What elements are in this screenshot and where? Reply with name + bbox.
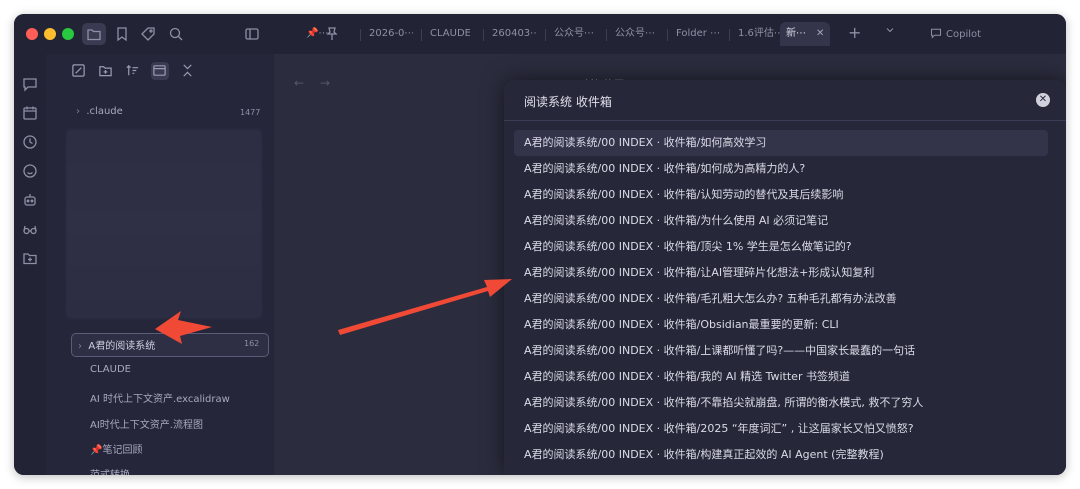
app-window: 📌⋯ 2026-0⋯ CLAUDE 260403⋯ 公众号⋯ 公众号⋯ Folder ⋯ 1.… bbox=[14, 14, 1066, 475]
tab-divider bbox=[667, 29, 668, 41]
clock-icon[interactable] bbox=[22, 134, 38, 150]
auto-reveal-icon[interactable] bbox=[151, 62, 169, 80]
chat-icon[interactable] bbox=[22, 76, 38, 92]
file-item[interactable]: AI 时代上下文资产.excalidraw bbox=[90, 390, 230, 405]
search-result-item[interactable]: A君的阅读系统/00 INDEX · 收件箱/不靠掐尖就崩盘, 所谓的衡水模式,… bbox=[514, 390, 1048, 416]
chevron-right-icon: › bbox=[78, 341, 82, 352]
search-result-item[interactable]: A君的阅读系统/00 INDEX · 收件箱/上课都听懂了吗?——中国家长最蠢的… bbox=[514, 338, 1048, 364]
search-icon[interactable] bbox=[164, 23, 188, 45]
tab[interactable]: 公众号⋯ bbox=[615, 24, 657, 44]
search-result-item[interactable]: A君的阅读系统/00 INDEX · 收件箱/顶尖 1% 学生是怎么做笔记的? bbox=[514, 234, 1048, 260]
search-result-item[interactable]: A君的阅读系统/00 INDEX · 收件箱/构建真正起效的 AI Agent … bbox=[514, 442, 1048, 468]
clear-search-icon[interactable]: ✕ bbox=[1036, 93, 1050, 107]
tab-divider bbox=[483, 29, 484, 41]
sort-icon[interactable] bbox=[124, 62, 142, 80]
folder-label: .claude bbox=[86, 106, 123, 117]
bookmark-icon[interactable] bbox=[110, 23, 134, 45]
search-result-item[interactable]: A君的阅读系统/00 INDEX · 收件箱/如何成为高精力的人? bbox=[514, 156, 1048, 182]
tab-list-chevron-down-icon[interactable] bbox=[884, 24, 896, 44]
search-result-item[interactable]: A君的阅读系统/00 INDEX · 收件箱/我的 AI 精选 Twitter … bbox=[514, 364, 1048, 390]
tab[interactable]: 公众号⋯ bbox=[554, 24, 596, 44]
chat-icon bbox=[931, 28, 941, 39]
search-input[interactable]: 阅读系统 收件箱 bbox=[524, 93, 612, 110]
tab[interactable]: 2026-0⋯ bbox=[369, 24, 413, 44]
search-result-item[interactable]: A君的阅读系统/00 INDEX · 收件箱/2025 “年度词汇” , 让这届… bbox=[514, 416, 1048, 442]
collapse-all-icon[interactable] bbox=[179, 62, 197, 80]
folder-label: A君的阅读系统 bbox=[88, 341, 156, 352]
search-result-item[interactable]: A君的阅读系统/00 INDEX · 收件箱/为什么使用 AI 必须记笔记 bbox=[514, 208, 1048, 234]
new-folder-icon[interactable] bbox=[97, 62, 115, 80]
calendar-icon[interactable] bbox=[22, 105, 38, 121]
folder-count: 1477 bbox=[240, 108, 261, 117]
forward-arrow-icon[interactable]: → bbox=[320, 76, 330, 90]
tab[interactable]: CLAUDE bbox=[430, 24, 470, 44]
search-result-item[interactable]: A君的阅读系统/00 INDEX · 收件箱/Obsidian最重要的更新: C… bbox=[514, 312, 1048, 338]
tab-divider bbox=[360, 29, 361, 41]
chevron-right-icon: › bbox=[76, 106, 80, 117]
file-explorer: › .claude 1477 › A君的阅读系统 162 CLAUDE AI 时… bbox=[46, 54, 299, 475]
tab[interactable]: 📌⋯ bbox=[306, 24, 332, 44]
search-result-item[interactable]: A君的阅读系统/00 INDEX · 收件箱/让AI管理碎片化想法+形成认知复利 bbox=[514, 260, 1048, 286]
tab[interactable]: Folder ⋯ bbox=[676, 24, 720, 44]
file-item[interactable]: 📌笔记回顾 bbox=[90, 441, 142, 456]
minimize-window-button[interactable] bbox=[44, 28, 56, 40]
tab[interactable]: 260403⋯ bbox=[492, 24, 538, 44]
search-result-item[interactable]: A君的阅读系统/00 INDEX · 收件箱/毛孔粗大怎么办? 五种毛孔都有办法… bbox=[514, 286, 1048, 312]
search-results-list: A君的阅读系统/00 INDEX · 收件箱/如何高效学习 A君的阅读系统/00 … bbox=[514, 130, 1048, 468]
tab-divider bbox=[545, 29, 546, 41]
tab-divider bbox=[606, 29, 607, 41]
file-item[interactable]: 范式转换 bbox=[90, 466, 130, 475]
left-ribbon bbox=[14, 54, 46, 475]
quick-switcher-modal: 阅读系统 收件箱 ✕ A君的阅读系统/00 INDEX · 收件箱/如何高效学习… bbox=[504, 80, 1066, 475]
back-arrow-icon[interactable]: ← bbox=[294, 76, 304, 90]
title-bar: 📌⋯ 2026-0⋯ CLAUDE 260403⋯ 公众号⋯ 公众号⋯ Folder ⋯ 1.… bbox=[14, 14, 1066, 54]
folder-plus-icon[interactable] bbox=[22, 250, 38, 266]
sidebar-toggle-icon[interactable] bbox=[240, 23, 264, 45]
glasses-icon[interactable] bbox=[22, 221, 38, 237]
files-icon[interactable] bbox=[82, 23, 106, 45]
file-item[interactable]: AI时代上下文资产.流程图 bbox=[90, 416, 203, 431]
folder-a-reading-system-label: › A君的阅读系统 bbox=[78, 337, 155, 352]
maximize-window-button[interactable] bbox=[62, 28, 74, 40]
folder-count: 162 bbox=[244, 339, 260, 348]
tag-icon[interactable] bbox=[136, 23, 160, 45]
blurred-content bbox=[66, 129, 262, 319]
tab-close-icon[interactable]: ✕ bbox=[816, 28, 824, 39]
search-result-item[interactable]: A君的阅读系统/00 INDEX · 收件箱/认知劳动的替代及其后续影响 bbox=[514, 182, 1048, 208]
tab-divider bbox=[421, 29, 422, 41]
file-item[interactable]: CLAUDE bbox=[90, 364, 131, 375]
new-note-icon[interactable] bbox=[70, 62, 88, 80]
copilot-button[interactable]: Copilot bbox=[930, 27, 981, 40]
smile-icon[interactable] bbox=[22, 163, 38, 179]
robot-icon[interactable] bbox=[22, 192, 38, 208]
tab-divider bbox=[729, 29, 730, 41]
folder-claude[interactable]: › .claude bbox=[76, 106, 123, 117]
search-bar: 阅读系统 收件箱 ✕ bbox=[504, 80, 1066, 121]
tab-label: 新⋯ bbox=[786, 28, 806, 39]
close-window-button[interactable] bbox=[26, 28, 38, 40]
tab-new-active[interactable]: 新⋯ ✕ bbox=[780, 22, 831, 46]
copilot-label: Copilot bbox=[946, 29, 982, 40]
search-result-item[interactable]: A君的阅读系统/00 INDEX · 收件箱/如何高效学习 bbox=[514, 130, 1048, 156]
new-tab-plus-icon[interactable]: + bbox=[848, 23, 861, 43]
tab[interactable]: 1.6评估⋯ bbox=[738, 24, 784, 44]
